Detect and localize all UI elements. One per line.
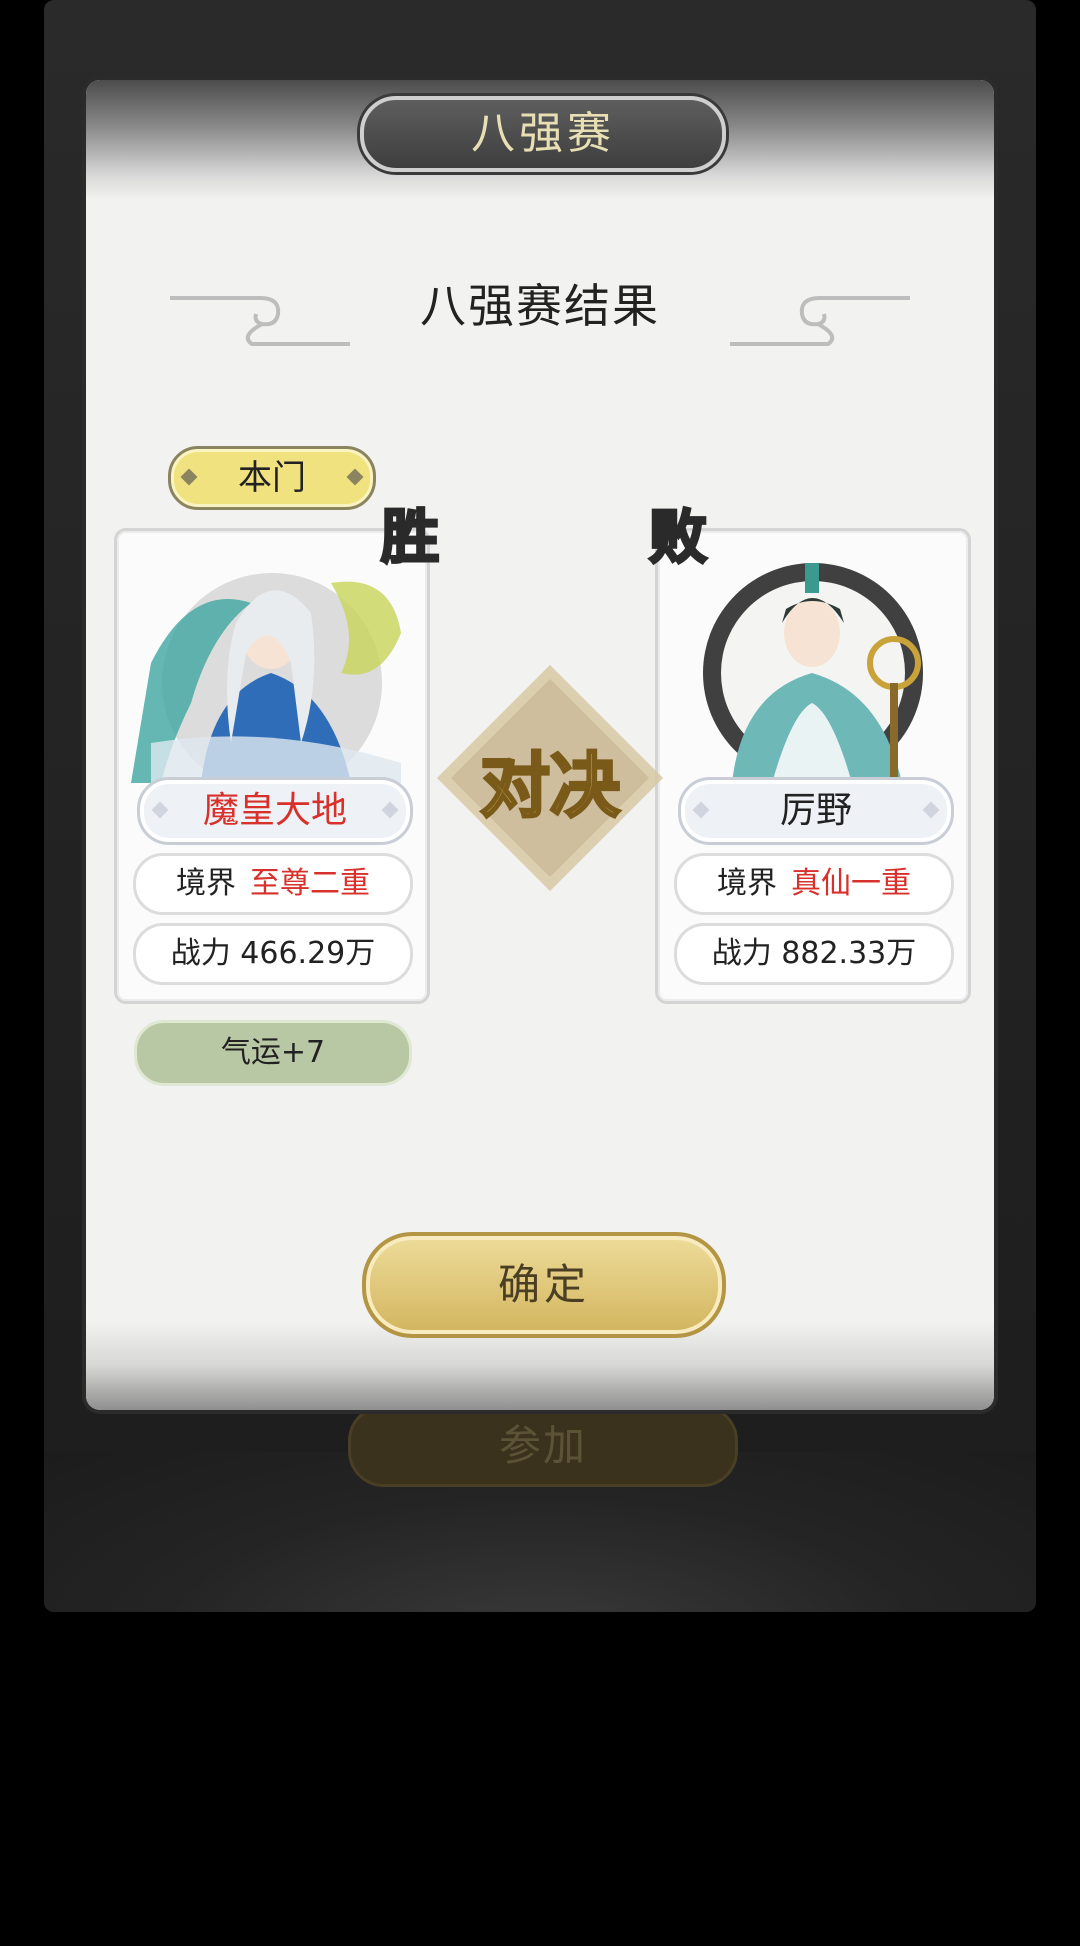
dialog-title: 八强赛 (360, 96, 726, 172)
versus-emblem: 对决 (440, 668, 649, 877)
left-player-name: 魔皇大地 (202, 790, 347, 831)
realm-value: 真仙一重 (791, 866, 911, 901)
versus-text: 对决 (479, 743, 622, 829)
own-sect-label: 本门 (168, 446, 376, 510)
left-player-realm: 境界 至尊二重 (133, 853, 413, 915)
fortune-reward-badge: 气运+7 (134, 1020, 412, 1086)
win-badge: 胜 (379, 502, 440, 573)
join-button: 参加 (348, 1405, 738, 1487)
diamond-icon (180, 468, 198, 486)
lose-badge: 败 (647, 502, 708, 573)
diamond-icon (922, 801, 940, 819)
diamond-icon (692, 801, 710, 819)
left-player-card: 魔皇大地 境界 至尊二重 战力 466.29万 (114, 528, 430, 1004)
left-player-name-plate: 魔皇大地 (137, 777, 413, 845)
realm-label: 境界 (176, 866, 236, 901)
own-sect-text: 本门 (238, 458, 306, 498)
realm-value: 至尊二重 (250, 866, 370, 901)
right-player-realm: 境界 真仙一重 (674, 853, 954, 915)
left-player-power: 战力 466.29万 (133, 923, 413, 985)
right-player-power: 战力 882.33万 (674, 923, 954, 985)
diamond-icon (346, 468, 364, 486)
realm-label: 境界 (717, 866, 777, 901)
confirm-button[interactable]: 确定 (362, 1232, 726, 1338)
right-player-card: 厉野 境界 真仙一重 战力 882.33万 (655, 528, 971, 1004)
diamond-icon (381, 801, 399, 819)
result-title: 八强赛结果 (420, 279, 660, 333)
right-player-name: 厉野 (779, 790, 852, 831)
right-player-name-plate: 厉野 (678, 777, 954, 845)
right-player-portrait (672, 543, 954, 783)
diamond-icon (151, 801, 169, 819)
left-player-portrait (131, 543, 413, 783)
